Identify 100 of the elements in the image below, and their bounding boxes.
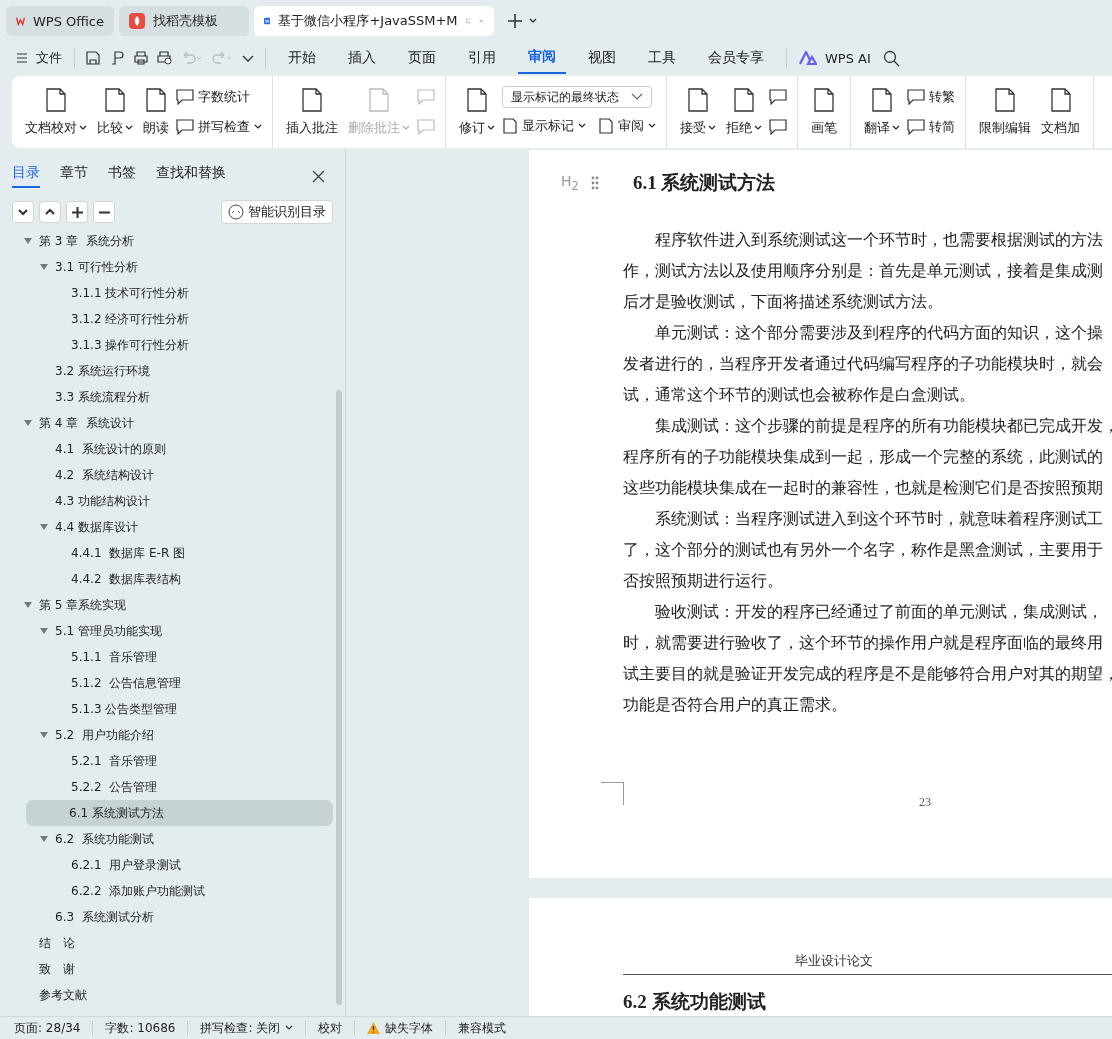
- menu-tab[interactable]: 引用: [458, 43, 506, 73]
- toc-item[interactable]: 3.1.2 经济可行性分析: [0, 306, 333, 332]
- file-menu[interactable]: 文件: [16, 49, 62, 67]
- toc-item[interactable]: 第 5 章系统实现: [0, 592, 333, 618]
- ribbon-button[interactable]: 限制编辑: [976, 83, 1034, 141]
- plus-icon[interactable]: [507, 13, 523, 29]
- menu-tab[interactable]: 工具: [638, 43, 686, 73]
- menu-tab[interactable]: 会员专享: [698, 43, 774, 73]
- toc-item[interactable]: 5.1.2 公告信息管理: [0, 670, 333, 696]
- toc-item[interactable]: 6.2.1 用户登录测试: [0, 852, 333, 878]
- remove-button[interactable]: [93, 201, 115, 223]
- triangle-icon[interactable]: [40, 627, 48, 635]
- toc-item[interactable]: 6.2 系统功能测试: [0, 826, 333, 852]
- browser-tab[interactable]: WPS Office: [6, 6, 114, 36]
- ribbon-button[interactable]: 修订: [456, 83, 498, 141]
- ribbon-button[interactable]: 拼写检查: [176, 115, 262, 139]
- sidebar-tab[interactable]: 查找和替换: [156, 164, 226, 188]
- toc-item[interactable]: 3.3 系统流程分析: [0, 384, 333, 410]
- toc-item[interactable]: 5.1.3 公告类型管理: [0, 696, 333, 722]
- toc-item[interactable]: 6.1 系统测试方法: [26, 800, 333, 826]
- plus-icon: [71, 206, 83, 218]
- save-icon[interactable]: [85, 50, 101, 66]
- ribbon-button[interactable]: 拒绝: [723, 83, 765, 141]
- page-header: 毕业设计论文: [794, 952, 874, 970]
- toc-item[interactable]: 3.2 系统运行环境: [0, 358, 333, 384]
- toc-item[interactable]: 6.2.2 添加账户功能测试: [0, 878, 333, 904]
- caret-icon: [892, 124, 900, 131]
- print-preview-icon[interactable]: [157, 50, 173, 66]
- toc-item[interactable]: 结 论: [0, 930, 333, 956]
- markup-select[interactable]: 显示标记的最终状态: [502, 86, 652, 108]
- paragraph-line: 这些功能模块集成在一起时的兼容性，也就是检测它们是否按照预期: [623, 478, 1104, 498]
- ribbon-button[interactable]: 翻译: [861, 83, 903, 141]
- triangle-icon[interactable]: [40, 263, 48, 271]
- ribbon-button[interactable]: 朗读: [140, 83, 172, 141]
- toc-item[interactable]: 3.1.3 操作可行性分析: [0, 332, 333, 358]
- expand-button[interactable]: [39, 201, 61, 223]
- ribbon-button[interactable]: 比较: [94, 83, 136, 141]
- triangle-icon[interactable]: [40, 835, 48, 843]
- minus-icon: [98, 210, 110, 214]
- toc-item[interactable]: 致 谢: [0, 956, 333, 982]
- ribbon-button[interactable]: 显示标记: [502, 114, 586, 138]
- add-button[interactable]: [66, 201, 88, 223]
- caret-icon: [487, 124, 495, 131]
- ribbon-button[interactable]: 转繁: [907, 85, 955, 109]
- ribbon-button[interactable]: 接受: [677, 83, 719, 141]
- print-icon[interactable]: [133, 50, 149, 66]
- page-icon: [733, 87, 755, 112]
- menu-tab[interactable]: 审阅: [518, 42, 566, 74]
- toc-item[interactable]: 6.3 系统测试分析: [0, 904, 333, 930]
- menu-tab[interactable]: 插入: [338, 43, 386, 73]
- sidebar-tab[interactable]: 章节: [60, 164, 88, 188]
- menu-tab[interactable]: 页面: [398, 43, 446, 73]
- sidebar-tab[interactable]: 书签: [108, 164, 136, 188]
- triangle-icon[interactable]: [24, 237, 32, 245]
- toc-item[interactable]: 4.4.2 数据库表结构: [0, 566, 333, 592]
- toc-item[interactable]: 4.2 系统结构设计: [0, 462, 333, 488]
- ribbon-button[interactable]: 画笔: [808, 83, 840, 141]
- caret-icon: [79, 124, 87, 131]
- close-icon[interactable]: [312, 169, 325, 183]
- sidebar-tab[interactable]: 目录: [12, 164, 40, 188]
- status-item[interactable]: 拼写检查: 关闭: [200, 1019, 294, 1037]
- caret-icon: [578, 123, 586, 129]
- status-item: 字数: 10686: [105, 1019, 176, 1037]
- ribbon-button[interactable]: 文档加: [1038, 83, 1083, 141]
- ribbon-button[interactable]: 转简: [907, 115, 955, 139]
- toc-item[interactable]: 4.3 功能结构设计: [0, 488, 333, 514]
- ribbon-button[interactable]: 审阅: [598, 114, 656, 138]
- browser-tab[interactable]: 找稻壳模板: [119, 6, 249, 36]
- toc-item[interactable]: 4.4 数据库设计: [0, 514, 333, 540]
- toc-item[interactable]: 3.1.1 技术可行性分析: [0, 280, 333, 306]
- toc-item[interactable]: 5.2 用户功能介绍: [0, 722, 333, 748]
- toc-item[interactable]: 5.1.1 音乐管理: [0, 644, 333, 670]
- toc-item[interactable]: 第 3 章 系统分析: [0, 228, 333, 254]
- menu-tab[interactable]: 视图: [578, 43, 626, 73]
- search-icon[interactable]: [882, 49, 900, 67]
- circle-icon: [228, 204, 244, 220]
- toc-item[interactable]: 4.1 系统设计的原则: [0, 436, 333, 462]
- toc-item[interactable]: 5.2.1 音乐管理: [0, 748, 333, 774]
- ai-button[interactable]: WPS AI: [799, 50, 871, 66]
- collapse-button[interactable]: [12, 201, 34, 223]
- toc-item[interactable]: 3.1 可行性分析: [0, 254, 333, 280]
- menu-tab[interactable]: 开始: [278, 43, 326, 73]
- smart-toc-button[interactable]: 智能识别目录: [221, 200, 333, 224]
- ribbon-button[interactable]: 字数统计: [176, 85, 262, 109]
- triangle-icon[interactable]: [40, 523, 48, 531]
- triangle-icon[interactable]: [24, 601, 32, 609]
- toc-item[interactable]: 4.4.1 数据库 E-R 图: [0, 540, 333, 566]
- page-icon: [301, 87, 323, 112]
- toc-item[interactable]: 5.1 管理员功能实现: [0, 618, 333, 644]
- caret-icon: [648, 123, 656, 129]
- drag-handle-icon[interactable]: [590, 176, 599, 190]
- scrollbar[interactable]: [336, 390, 342, 1005]
- toc-item[interactable]: 参考文献: [0, 982, 333, 1008]
- triangle-icon[interactable]: [24, 419, 32, 427]
- toc-item[interactable]: 第 4 章 系统设计: [0, 410, 333, 436]
- caret-icon[interactable]: [528, 17, 538, 25]
- triangle-icon[interactable]: [40, 731, 48, 739]
- ribbon-button[interactable]: 文档校对: [22, 83, 90, 141]
- toc-item[interactable]: 5.2.2 公告管理: [0, 774, 333, 800]
- ribbon-button[interactable]: 插入批注: [283, 83, 341, 141]
